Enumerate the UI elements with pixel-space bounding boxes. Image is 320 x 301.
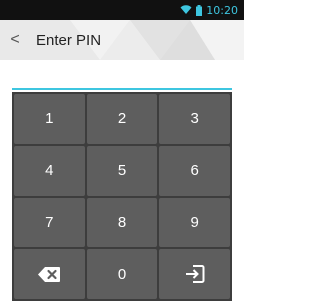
key-4[interactable]: 4 bbox=[14, 145, 85, 196]
key-9[interactable]: 9 bbox=[159, 197, 230, 248]
chevron-left-icon: < bbox=[10, 31, 20, 48]
status-time: 10:20 bbox=[206, 3, 238, 17]
key-0[interactable]: 0 bbox=[86, 249, 158, 299]
battery-icon bbox=[196, 4, 203, 16]
backspace-icon bbox=[38, 266, 61, 282]
key-3[interactable]: 3 bbox=[159, 94, 230, 144]
key-8[interactable]: 8 bbox=[86, 197, 158, 248]
key-1[interactable]: 1 bbox=[14, 94, 85, 144]
key-6[interactable]: 6 bbox=[159, 145, 230, 196]
status-bar: 10:20 bbox=[0, 0, 244, 20]
key-7[interactable]: 7 bbox=[14, 197, 85, 248]
login-icon bbox=[185, 265, 205, 284]
page-title: Enter PIN bbox=[36, 31, 102, 49]
delete-button[interactable] bbox=[14, 249, 85, 299]
key-2[interactable]: 2 bbox=[86, 94, 158, 144]
submit-button[interactable] bbox=[159, 249, 230, 299]
key-5[interactable]: 5 bbox=[86, 145, 158, 196]
pin-input[interactable] bbox=[12, 60, 232, 90]
wifi-icon bbox=[180, 5, 192, 14]
back-button[interactable]: < bbox=[0, 20, 30, 60]
keypad: 1 2 3 4 5 6 7 8 9 0 bbox=[12, 92, 232, 301]
app-bar: < Enter PIN bbox=[0, 20, 244, 60]
